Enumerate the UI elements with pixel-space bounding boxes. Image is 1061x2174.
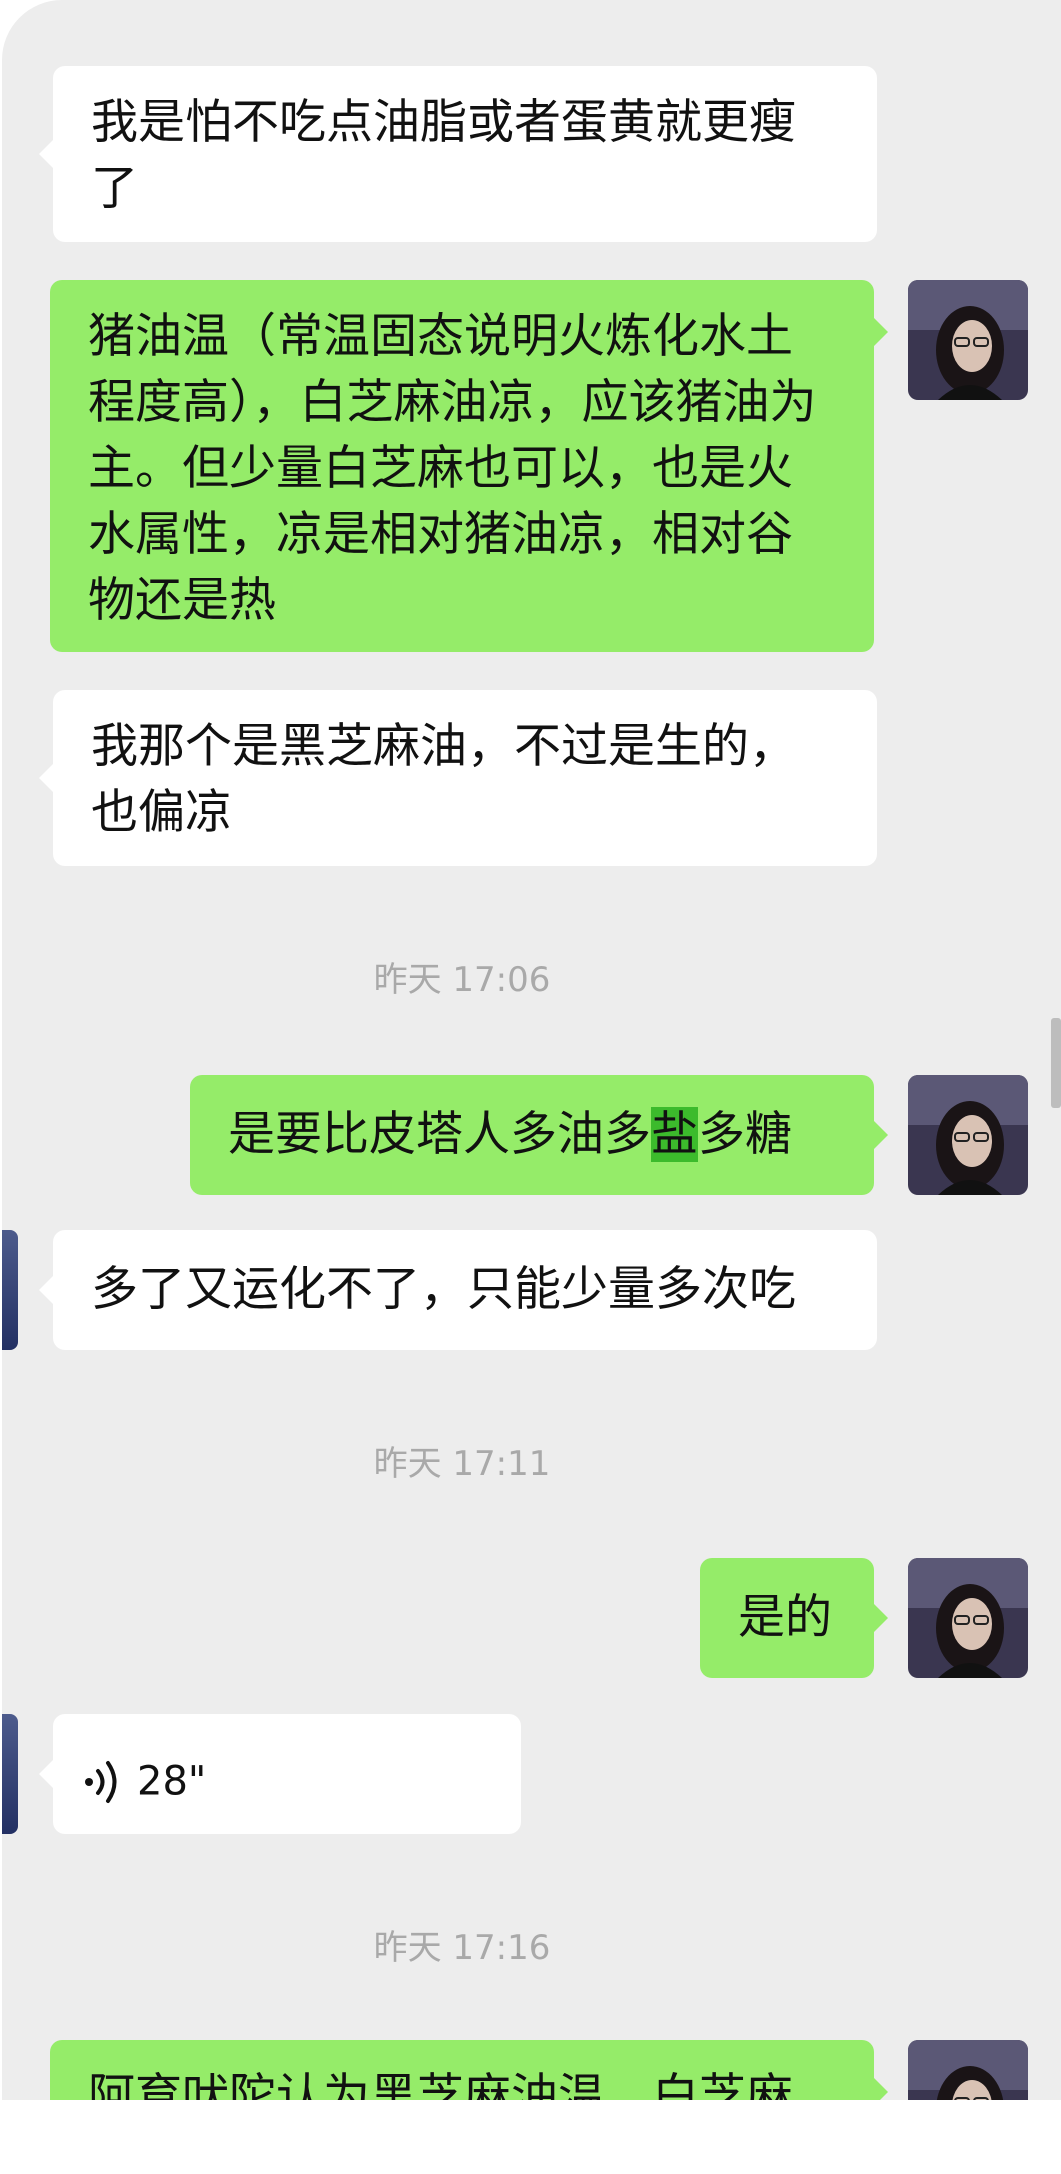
message-timestamp: 昨天 17:06 xyxy=(373,960,551,1000)
avatar-photo-icon xyxy=(908,280,1028,400)
message-bubble-sent[interactable]: 是要比皮塔人多油多盐多糖 xyxy=(190,1075,888,1195)
message-bubble-received[interactable]: 我那个是黑芝麻油，不过是生的，也偏凉 xyxy=(39,690,877,866)
message-bubble-sent[interactable]: 猪油温（常温固态说明火炼化水土程度高），白芝麻油凉，应该猪油为主。但少量白芝麻也… xyxy=(50,280,888,652)
contact-avatar-edge[interactable] xyxy=(2,1230,18,1350)
contact-avatar-edge[interactable] xyxy=(2,1714,18,1834)
message-text: 是要比皮塔人多油多 xyxy=(228,1107,651,1162)
voice-wave-icon xyxy=(83,1757,127,1807)
avatar-photo-icon xyxy=(908,2040,1028,2100)
avatar-photo-icon xyxy=(908,1558,1028,1678)
self-avatar[interactable] xyxy=(908,1075,1028,1195)
scrollbar[interactable] xyxy=(1051,1018,1061,1108)
message-timestamp: 昨天 17:16 xyxy=(373,1928,551,1968)
self-avatar[interactable] xyxy=(908,1558,1028,1678)
message-text: 猪油温（常温固态说明火炼化水土程度高），白芝麻油凉，应该猪油为主。但少量白芝麻也… xyxy=(88,309,817,628)
message-text: 阿育吠陀认为黑芝麻油温，白芝麻 xyxy=(88,2069,793,2100)
self-avatar[interactable] xyxy=(908,280,1028,400)
message-bubble-sent[interactable]: 阿育吠陀认为黑芝麻油温，白芝麻 xyxy=(50,2040,888,2100)
message-bubble-received[interactable]: 我是怕不吃点油脂或者蛋黄就更瘦了 xyxy=(39,66,877,242)
message-text: 是的 xyxy=(738,1590,832,1645)
voice-message-bubble[interactable]: 28" xyxy=(39,1714,521,1834)
self-avatar[interactable] xyxy=(908,2040,1028,2100)
message-text: 多糖 xyxy=(698,1107,792,1162)
message-text: 我那个是黑芝麻油，不过是生的，也偏凉 xyxy=(91,719,796,840)
chat-message-area[interactable]: 我是怕不吃点油脂或者蛋黄就更瘦了 猪油温（常温固态说明火炼化水土程度高），白芝麻… xyxy=(2,0,1061,2100)
message-text: 多了又运化不了，只能少量多次吃 xyxy=(91,1262,796,1317)
highlighted-text: 盐 xyxy=(651,1107,698,1162)
page-bottom-margin xyxy=(0,2100,1061,2174)
message-timestamp: 昨天 17:11 xyxy=(373,1444,551,1484)
message-text: 我是怕不吃点油脂或者蛋黄就更瘦了 xyxy=(91,95,796,216)
message-bubble-received[interactable]: 多了又运化不了，只能少量多次吃 xyxy=(39,1230,877,1350)
voice-duration: 28" xyxy=(137,1758,207,1805)
avatar-photo-icon xyxy=(908,1075,1028,1195)
message-bubble-sent[interactable]: 是的 xyxy=(700,1558,888,1678)
